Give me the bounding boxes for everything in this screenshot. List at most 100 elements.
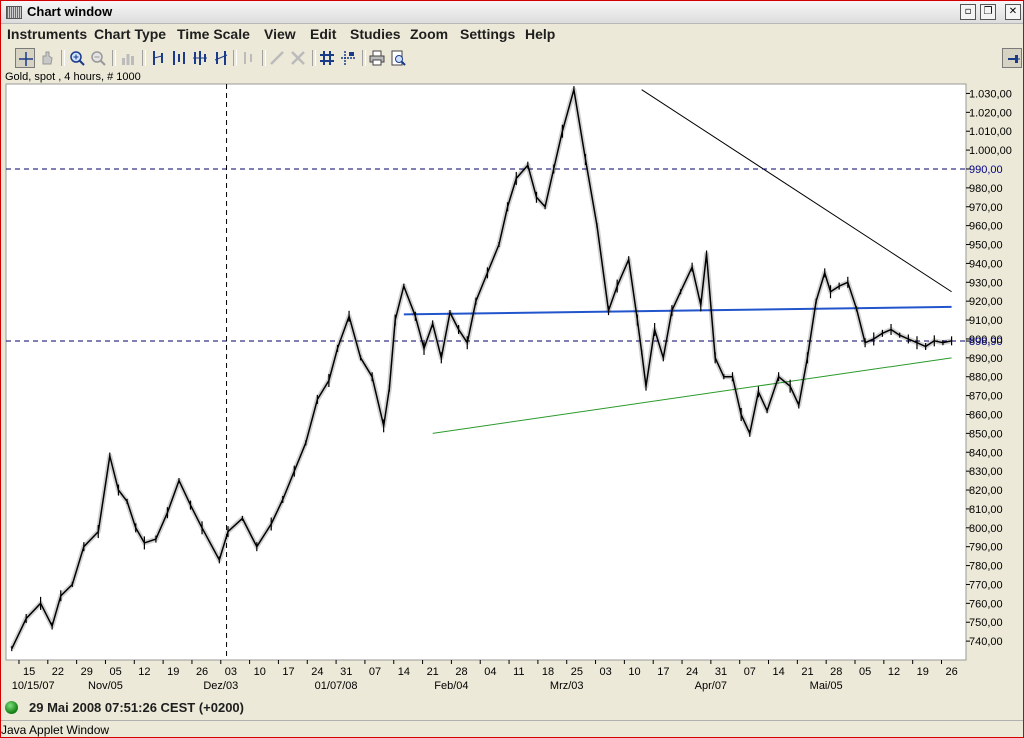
menu-time-scale[interactable]: Time Scale (177, 26, 250, 42)
print-icon[interactable] (367, 48, 387, 68)
x-period-label: 10/15/07 (12, 680, 55, 692)
y-tick-label: 870,00 (969, 391, 1003, 403)
x-period-label: 01/07/08 (315, 680, 358, 692)
connection-status-icon (5, 701, 18, 714)
price-chart[interactable]: 1.030,00 1.020,00 1.010,00 1.000,00 990,00 98… (1, 81, 1023, 695)
menu-zoom[interactable]: Zoom (410, 26, 448, 42)
y-tick-label: 750,00 (969, 617, 1003, 629)
x-tick-label: 10 (628, 666, 640, 678)
x-tick-label: 19 (917, 666, 929, 678)
y-tick-label: 970,00 (969, 202, 1003, 214)
x-tick-label: 17 (282, 666, 294, 678)
x-tick-label: 14 (773, 666, 785, 678)
y-tick-label: 960,00 (969, 221, 1003, 233)
y-tick-label: 950,00 (969, 240, 1003, 252)
y-tick-label: 860,00 (969, 409, 1003, 421)
y-tick-label: 840,00 (969, 447, 1003, 459)
y-tick-label: 790,00 (969, 542, 1003, 554)
x-tick-label: 14 (398, 666, 410, 678)
status-bar: 29 Mai 2008 07:51:26 CEST (+0200) (1, 698, 1023, 718)
pan-icon[interactable] (37, 48, 57, 68)
x-tick-label: 28 (455, 666, 467, 678)
menu-studies[interactable]: Studies (350, 26, 401, 42)
restore-icon[interactable]: ❐ (980, 4, 996, 20)
x-period-label: Apr/07 (695, 680, 727, 692)
menu-chart-type[interactable]: Chart Type (94, 26, 166, 42)
cursor-icon[interactable] (15, 48, 35, 68)
x-tick-label: 05 (859, 666, 871, 678)
x-tick-label: 22 (52, 666, 64, 678)
x-period-label: Feb/04 (434, 680, 468, 692)
draw-line-icon[interactable] (267, 48, 287, 68)
x-tick-label: 10 (254, 666, 266, 678)
menu-edit[interactable]: Edit (310, 26, 336, 42)
grid-icon[interactable] (317, 48, 337, 68)
y-tick-label: 930,00 (969, 277, 1003, 289)
x-tick-label: 03 (600, 666, 612, 678)
print-preview-icon[interactable] (388, 48, 408, 68)
delete-icon[interactable] (288, 48, 308, 68)
x-tick-label: 24 (686, 666, 698, 678)
x-tick-label: 07 (744, 666, 756, 678)
x-tick-label: 26 (196, 666, 208, 678)
y-tick-label: 1.030,00 (969, 88, 1012, 100)
toolbar (1, 45, 1023, 71)
y-tick-label: 898,90 (969, 336, 1003, 348)
zoom-in-icon[interactable] (67, 48, 87, 68)
menu-help[interactable]: Help (525, 26, 555, 42)
x-tick-label: 17 (657, 666, 669, 678)
y-tick-label: 1.020,00 (969, 107, 1012, 119)
x-tick-label: 18 (542, 666, 554, 678)
chart-window: Chart window ▫ ❐ ✕ Instruments Chart Typ… (0, 0, 1024, 738)
pin-icon[interactable] (1002, 48, 1022, 68)
x-tick-label: 05 (109, 666, 121, 678)
x-period-label: Mrz/03 (550, 680, 584, 692)
zoom-out-icon[interactable] (88, 48, 108, 68)
y-tick-label: 780,00 (969, 561, 1003, 573)
menu-instruments[interactable]: Instruments (7, 26, 87, 42)
x-tick-label: 15 (23, 666, 35, 678)
y-tick-label: 920,00 (969, 296, 1003, 308)
candle-a-icon[interactable] (148, 48, 168, 68)
y-tick-label: 1.010,00 (969, 126, 1012, 138)
indicator-icon[interactable] (238, 48, 258, 68)
y-tick-label: 830,00 (969, 466, 1003, 478)
window-title: Chart window (27, 4, 113, 19)
x-tick-label: 21 (427, 666, 439, 678)
y-tick-label: 880,00 (969, 372, 1003, 384)
x-tick-label: 03 (225, 666, 237, 678)
x-tick-label: 19 (167, 666, 179, 678)
y-tick-label: 810,00 (969, 504, 1003, 516)
x-tick-label: 31 (340, 666, 352, 678)
x-tick-label: 28 (830, 666, 842, 678)
crosshair-grid-icon[interactable] (338, 48, 358, 68)
menu-settings[interactable]: Settings (460, 26, 515, 42)
y-tick-label: 820,00 (969, 485, 1003, 497)
bar-chart-icon[interactable] (118, 48, 138, 68)
candle-b-icon[interactable] (169, 48, 189, 68)
x-tick-label: 25 (571, 666, 583, 678)
y-tick-label: 990,00 (969, 164, 1003, 176)
y-tick-label: 890,00 (969, 353, 1003, 365)
y-tick-label: 980,00 (969, 183, 1003, 195)
menu-view[interactable]: View (264, 26, 296, 42)
app-icon (6, 6, 22, 19)
x-tick-label: 12 (138, 666, 150, 678)
x-period-label: Mai/05 (810, 680, 843, 692)
x-tick-label: 26 (945, 666, 957, 678)
x-tick-label: 31 (715, 666, 727, 678)
x-tick-label: 04 (484, 666, 496, 678)
title-bar[interactable]: Chart window ▫ ❐ ✕ (1, 1, 1023, 24)
menu-bar: Instruments Chart Type Time Scale View E… (1, 23, 1023, 45)
x-tick-label: 11 (513, 666, 524, 678)
candle-d-icon[interactable] (211, 48, 231, 68)
x-tick-label: 12 (888, 666, 900, 678)
x-period-label: Nov/05 (88, 680, 123, 692)
minimize-icon[interactable]: ▫ (960, 4, 976, 20)
x-tick-label: 29 (81, 666, 93, 678)
x-tick-label: 21 (801, 666, 813, 678)
y-tick-label: 760,00 (969, 598, 1003, 610)
candle-c-icon[interactable] (190, 48, 210, 68)
close-icon[interactable]: ✕ (1005, 4, 1021, 20)
plot-area (5, 83, 967, 661)
